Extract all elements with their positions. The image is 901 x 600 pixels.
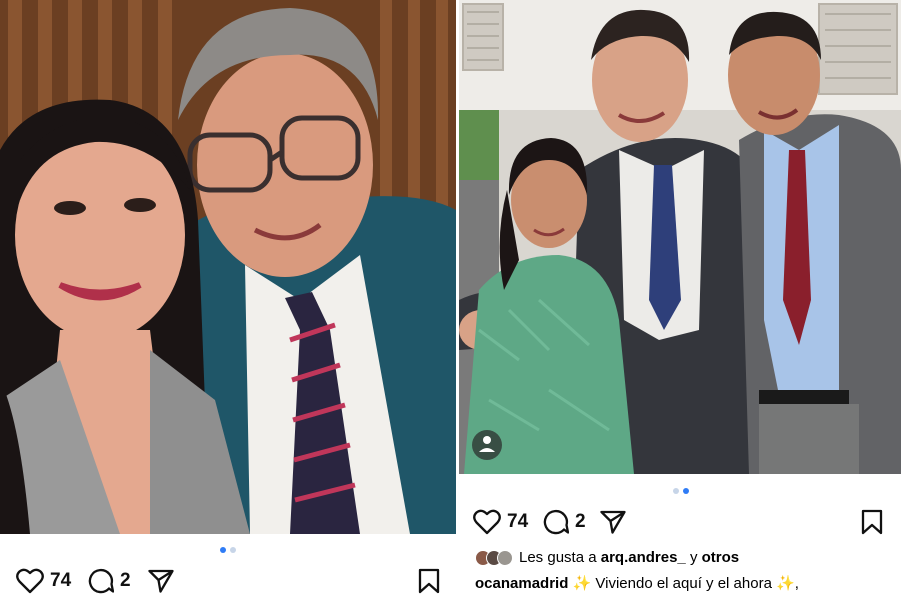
post-action-bar: 74 2 xyxy=(459,507,901,537)
bookmark-icon xyxy=(861,509,883,535)
save-button[interactable] xyxy=(418,566,440,596)
sparkle-emoji: ✨ xyxy=(776,575,795,592)
bookmark-icon xyxy=(418,568,440,594)
caption-text: Viviendo el aquí y el ahora xyxy=(595,575,772,592)
comment-bubble-icon xyxy=(543,509,569,535)
carousel-dot-2 xyxy=(230,547,236,553)
comment-count: 2 xyxy=(575,511,586,532)
liked-by-connector: y xyxy=(689,549,698,566)
liked-by-others-link[interactable]: otros xyxy=(702,549,740,566)
like-count: 74 xyxy=(507,511,529,532)
post-photo-group[interactable] xyxy=(459,0,901,474)
comment-button[interactable]: 2 xyxy=(543,507,586,537)
carousel-dot-2 xyxy=(683,488,689,494)
heart-icon xyxy=(473,509,501,535)
instagram-post-right: 74 2 Les gusta a arq.andres_ y otros oca… xyxy=(459,0,901,600)
carousel-dot-1 xyxy=(220,547,226,553)
paper-plane-icon xyxy=(600,510,626,534)
caption-trailing: , xyxy=(794,575,799,592)
share-button[interactable] xyxy=(600,507,626,537)
instagram-post-left: 74 2 xyxy=(0,0,456,600)
avatar xyxy=(497,549,513,566)
comment-button[interactable]: 2 xyxy=(88,566,131,596)
liked-by-user-link[interactable]: arq.andres_ xyxy=(601,549,686,566)
save-button[interactable] xyxy=(861,507,883,537)
heart-icon xyxy=(16,568,44,594)
liked-by-line: Les gusta a arq.andres_ y otros xyxy=(475,549,739,566)
like-button[interactable]: 74 xyxy=(473,507,528,537)
comment-bubble-icon xyxy=(88,568,114,594)
post-action-bar: 74 2 xyxy=(0,566,456,596)
comment-count: 2 xyxy=(120,570,131,591)
carousel-dot-1 xyxy=(673,488,679,494)
carousel-indicator xyxy=(220,547,236,553)
liker-avatars[interactable] xyxy=(475,549,513,566)
carousel-indicator xyxy=(673,488,689,494)
like-count: 74 xyxy=(50,570,72,591)
liked-by-prefix: Les gusta a xyxy=(519,549,597,566)
like-button[interactable]: 74 xyxy=(16,566,71,596)
caption-username-link[interactable]: ocanamadrid xyxy=(475,575,568,592)
post-photo-selfie[interactable] xyxy=(0,0,456,534)
sparkle-emoji: ✨ xyxy=(572,575,592,592)
share-button[interactable] xyxy=(148,566,174,596)
paper-plane-icon xyxy=(148,569,174,593)
post-caption: ocanamadrid ✨ Viviendo el aquí y el ahor… xyxy=(475,574,799,592)
